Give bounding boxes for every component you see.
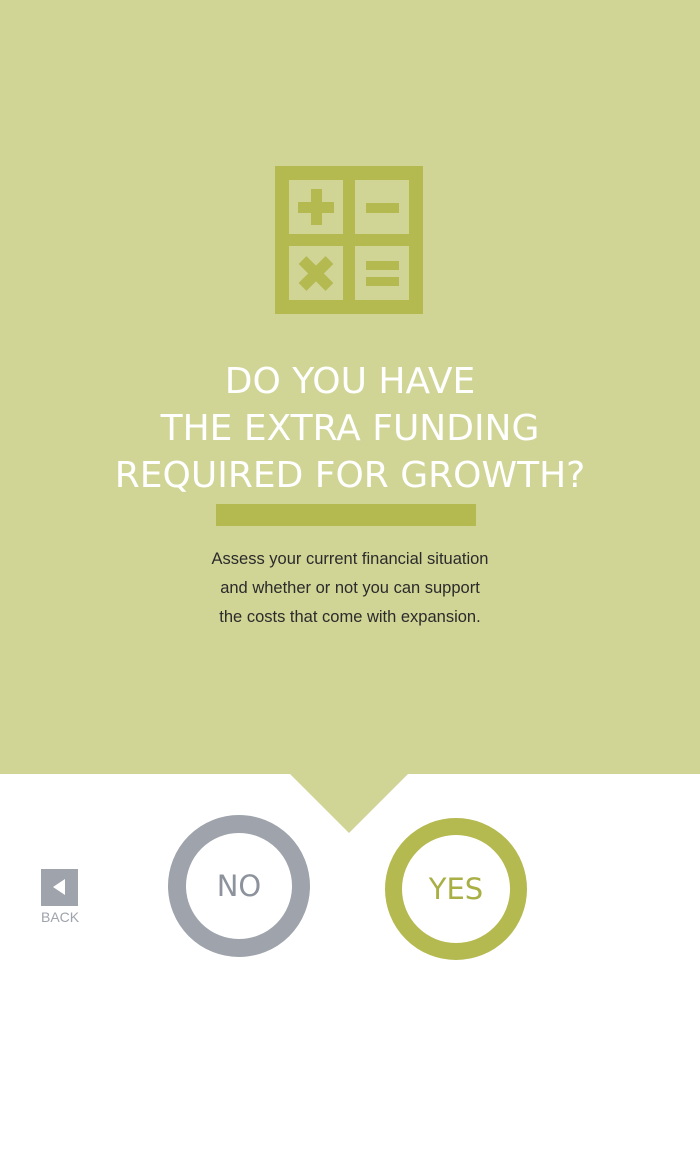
yes-label[interactable]: YES	[429, 872, 483, 906]
yes-button[interactable]: YES	[385, 818, 527, 960]
multiply-icon	[289, 246, 343, 300]
headline-divider	[216, 504, 476, 526]
headline-line: DO YOU HAVE	[224, 361, 476, 402]
headline-line: REQUIRED FOR GROWTH?	[114, 455, 586, 496]
equals-icon	[355, 246, 409, 300]
back-arrow-icon[interactable]	[41, 869, 78, 906]
no-button[interactable]: NO	[168, 815, 310, 957]
no-label[interactable]: NO	[217, 869, 262, 903]
description-line: the costs that come with expansion.	[219, 608, 481, 626]
back-label[interactable]: BACK	[41, 909, 81, 925]
question-headline: DO YOU HAVE THE EXTRA FUNDING REQUIRED F…	[0, 358, 700, 499]
question-description: Assess your current financial situation …	[0, 545, 700, 632]
headline-line: THE EXTRA FUNDING	[160, 408, 540, 449]
minus-icon	[355, 180, 409, 234]
question-panel: DO YOU HAVE THE EXTRA FUNDING REQUIRED F…	[0, 0, 700, 774]
plus-icon	[289, 180, 343, 234]
description-line: and whether or not you can support	[220, 579, 480, 597]
calculator-icon	[275, 166, 423, 314]
panel-pointer	[289, 773, 409, 833]
back-button[interactable]: BACK	[41, 869, 81, 925]
description-line: Assess your current financial situation	[211, 550, 489, 568]
